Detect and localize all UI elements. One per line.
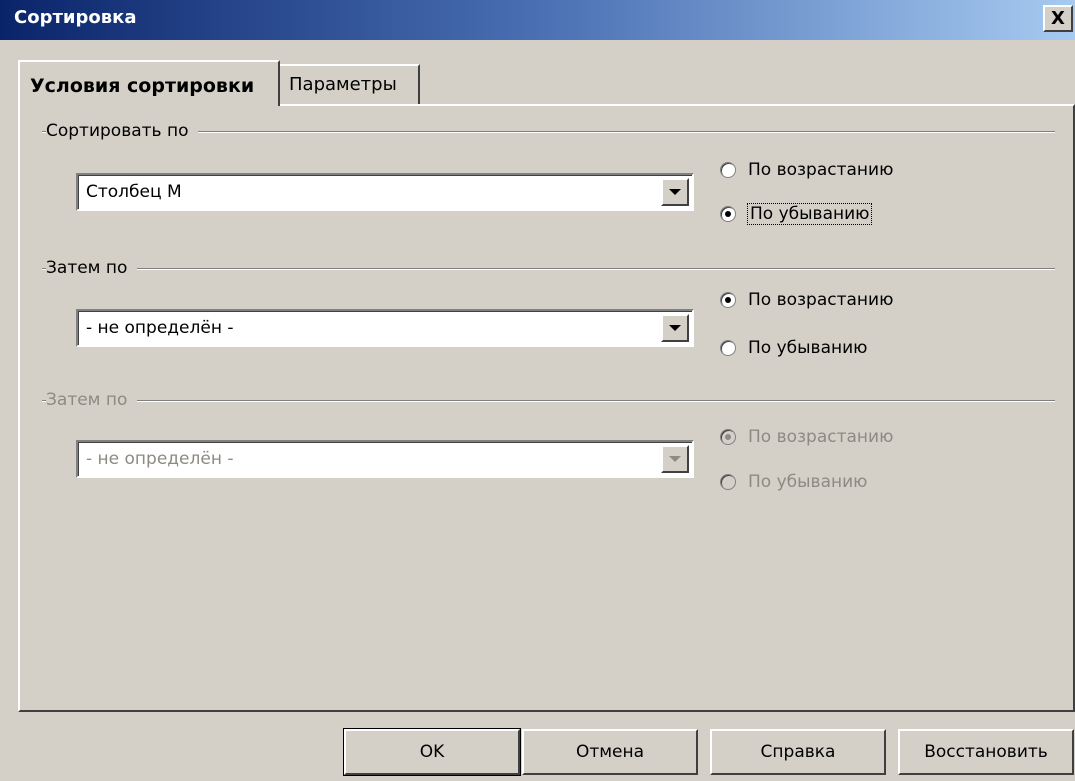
radio-dot — [725, 434, 731, 440]
radio-selected-icon — [720, 429, 736, 445]
help-button-label: Справка — [760, 742, 836, 762]
tab-options[interactable]: Параметры — [279, 64, 420, 104]
radio-icon — [720, 474, 736, 490]
sort-key-1-descending-label: По убыванию — [746, 203, 873, 225]
sort-key-1-descending-radio[interactable]: По убыванию — [720, 203, 873, 225]
sort-key-3-dropdown-button — [661, 445, 689, 473]
sort-key-2-ascending-label: По возрастанию — [748, 290, 894, 310]
sort-key-1-combo[interactable]: Столбец M — [76, 173, 694, 211]
tab-options-label: Параметры — [289, 74, 397, 95]
sort-key-2-value: - не определён - — [86, 318, 234, 338]
section-3-label: Затем по — [46, 390, 138, 410]
sort-key-2-combo[interactable]: - не определён - — [76, 309, 694, 347]
reset-button[interactable]: Восстановить — [898, 729, 1074, 775]
section-2-label: Затем по — [46, 258, 138, 278]
sort-key-2-descending-label: По убыванию — [748, 338, 868, 358]
sort-key-1-ascending-label: По возрастанию — [748, 160, 894, 180]
radio-icon — [720, 340, 736, 356]
sort-key-2-descending-radio[interactable]: По убыванию — [720, 338, 867, 358]
sort-key-1-value: Столбец M — [86, 182, 182, 202]
section-2-divider — [42, 268, 1055, 270]
cancel-button-label: Отмена — [575, 742, 645, 762]
sort-key-1-dropdown-button[interactable] — [661, 178, 689, 206]
sort-key-3-ascending-label: По возрастанию — [748, 427, 894, 447]
sort-key-3-descending-label: По убыванию — [748, 472, 868, 492]
chevron-down-icon — [669, 325, 681, 331]
radio-selected-icon — [720, 206, 736, 222]
sort-key-3-ascending-radio: По возрастанию — [720, 427, 893, 447]
radio-selected-icon — [720, 292, 736, 308]
sort-key-3-descending-radio: По убыванию — [720, 472, 867, 492]
tab-sort-criteria-label: Условия сортировки — [30, 75, 255, 97]
radio-dot — [725, 211, 731, 217]
sort-key-2-dropdown-button[interactable] — [661, 314, 689, 342]
chevron-down-icon — [669, 456, 681, 462]
radio-icon — [720, 162, 736, 178]
reset-button-label: Восстановить — [924, 742, 1048, 762]
close-icon: X — [1051, 7, 1065, 29]
radio-dot — [725, 297, 731, 303]
sort-key-3-combo: - не определён - — [76, 440, 694, 478]
close-button[interactable]: X — [1043, 5, 1073, 32]
sort-key-3-value: - не определён - — [86, 449, 234, 469]
help-button[interactable]: Справка — [710, 729, 886, 775]
cancel-button[interactable]: Отмена — [522, 729, 698, 775]
section-3-divider — [42, 400, 1055, 402]
window-title: Сортировка — [14, 7, 137, 28]
button-bar: OK Отмена Справка Восстановить — [0, 712, 1075, 781]
sort-key-1-ascending-radio[interactable]: По возрастанию — [720, 160, 893, 180]
sort-key-2-ascending-radio[interactable]: По возрастанию — [720, 290, 893, 310]
title-bar: Сортировка X — [0, 0, 1075, 40]
chevron-down-icon — [669, 189, 681, 195]
ok-button-label: OK — [419, 742, 445, 762]
section-1-label: Сортировать по — [46, 121, 199, 141]
tab-sort-criteria[interactable]: Условия сортировки — [18, 60, 280, 106]
ok-button[interactable]: OK — [343, 728, 521, 776]
